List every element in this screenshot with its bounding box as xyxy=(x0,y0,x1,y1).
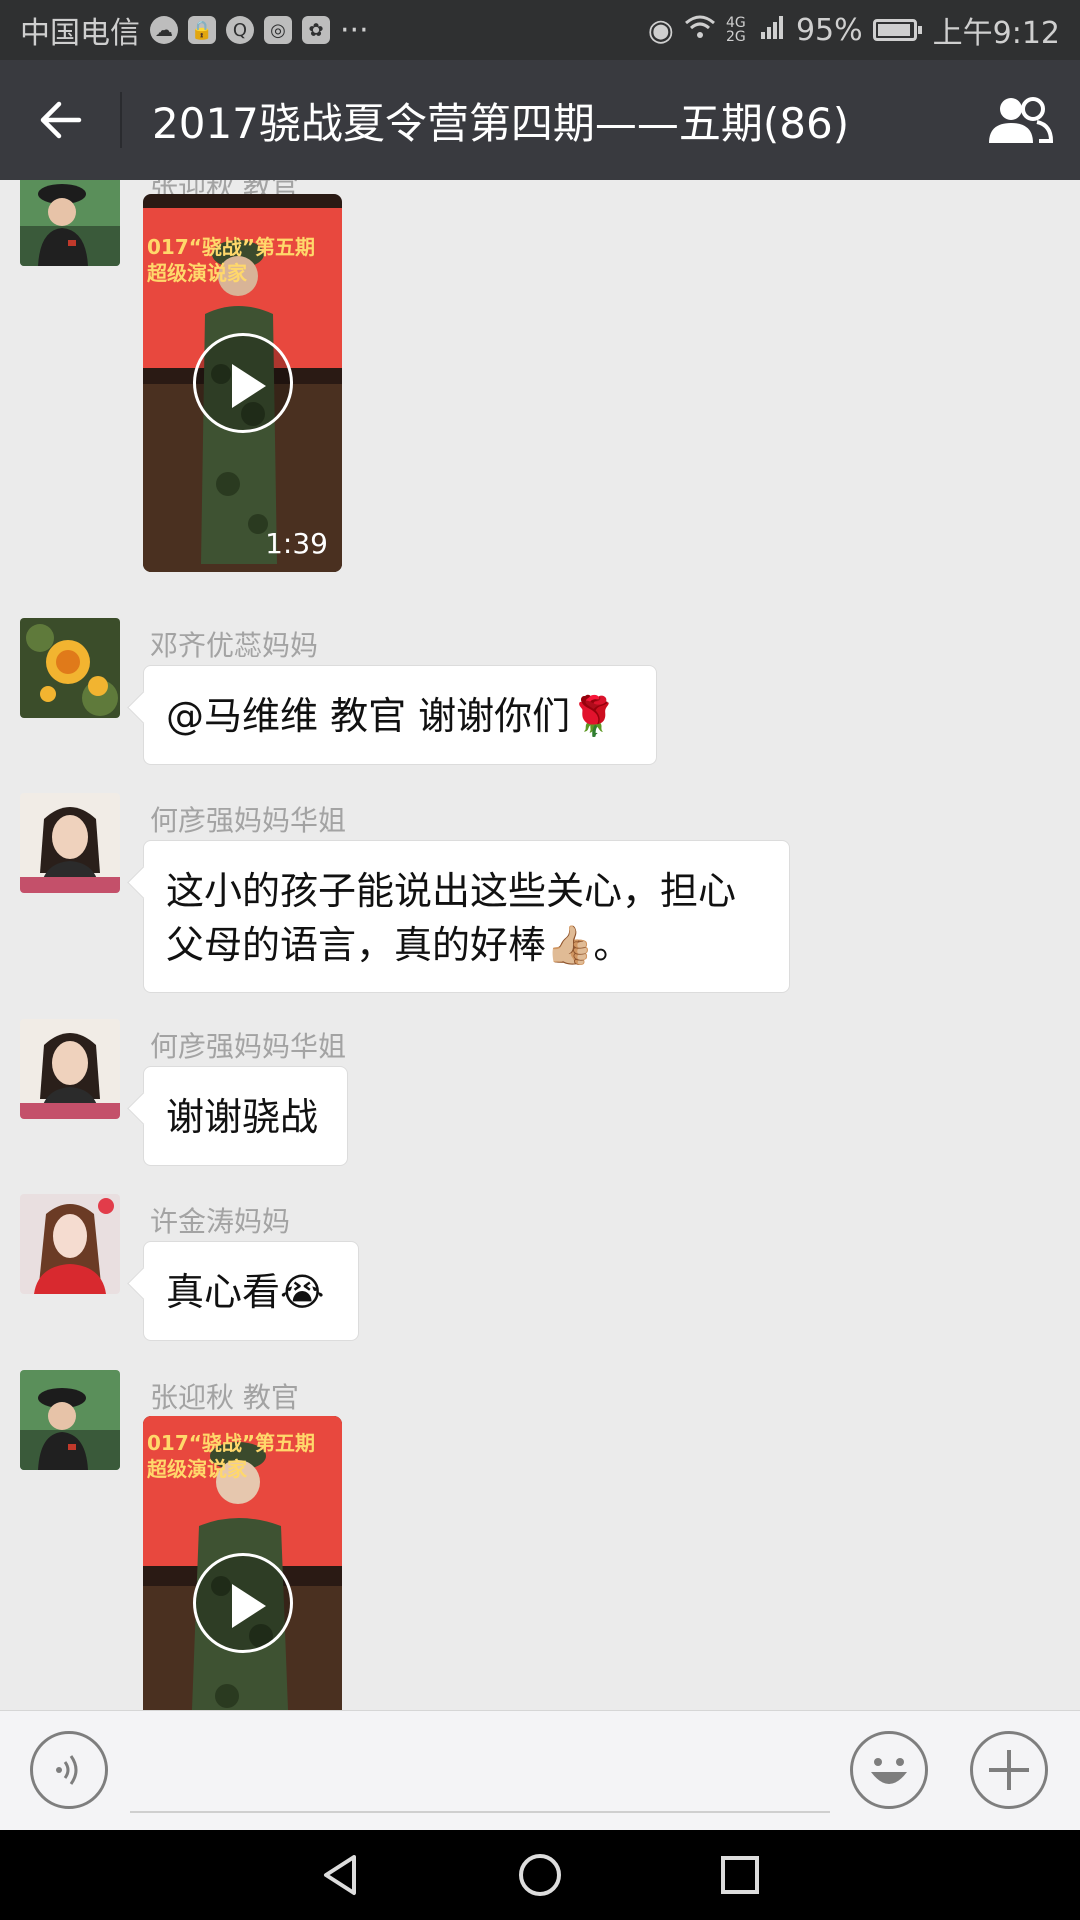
battery-percent: 95% xyxy=(795,12,863,48)
browser-icon: ◎ xyxy=(264,16,292,44)
carrier-label: 中国电信 xyxy=(20,16,140,51)
message-text: 谢谢骁战 xyxy=(166,1095,319,1139)
message-item: 何彦强妈妈华姐 这小的孩子能说出这些关心，担心父母的语言，真的好棒👍🏼。 xyxy=(0,793,1080,993)
more-actions-button[interactable] xyxy=(970,1731,1048,1809)
message-text: 真心看😭 xyxy=(166,1270,325,1314)
message-input[interactable] xyxy=(130,1733,830,1813)
message-item: 邓齐优蕊妈妈 @马维维 教官 谢谢你们🌹 xyxy=(0,618,1080,778)
chat-message-list[interactable]: 张迎秋 教官 017“骁战”第五期 超级演说家 1:39 邓齐优蕊妈妈 @马维维… xyxy=(0,180,1080,1710)
voice-input-icon xyxy=(56,1755,78,1785)
video-banner-text: 017“骁战”第五期 超级演说家 xyxy=(147,1431,316,1481)
eye-comfort-icon: ◉ xyxy=(647,12,674,48)
emoji-icon xyxy=(871,1758,907,1784)
message-bubble[interactable]: 这小的孩子能说出这些关心，担心父母的语言，真的好棒👍🏼。 xyxy=(143,840,790,993)
voice-input-button[interactable] xyxy=(30,1731,108,1809)
avatar[interactable] xyxy=(20,1019,120,1119)
arrow-left-icon xyxy=(40,101,82,139)
weather-icon: ☁ xyxy=(150,16,178,44)
message-item: 许金涛妈妈 真心看😭 xyxy=(0,1194,1080,1354)
square-recents-icon xyxy=(721,1856,759,1894)
message-item: 张迎秋 教官 017“骁战”第五期 超级演说家 xyxy=(0,1370,1080,1710)
nav-recents-button[interactable] xyxy=(710,1845,770,1905)
triangle-back-icon xyxy=(324,1855,356,1895)
battery-icon xyxy=(872,19,922,41)
qq-icon: Q xyxy=(226,16,254,44)
back-button[interactable] xyxy=(0,60,120,180)
emoji-button[interactable] xyxy=(850,1731,928,1809)
sender-name: 何彦强妈妈华姐 xyxy=(150,1030,347,1063)
play-icon[interactable] xyxy=(192,1553,293,1653)
message-input-bar xyxy=(0,1710,1080,1830)
message-bubble[interactable]: 真心看😭 xyxy=(143,1241,359,1341)
sender-name: 邓齐优蕊妈妈 xyxy=(150,629,319,662)
video-message[interactable]: 017“骁战”第五期 超级演说家 xyxy=(143,1416,342,1710)
message-text: 这小的孩子能说出这些关心，担心父母的语言，真的好棒👍🏼。 xyxy=(166,869,737,967)
circle-home-icon xyxy=(519,1854,561,1896)
nav-back-button[interactable] xyxy=(310,1845,370,1905)
avatar[interactable] xyxy=(20,793,120,893)
avatar[interactable] xyxy=(20,618,120,718)
message-item: 何彦强妈妈华姐 谢谢骁战 xyxy=(0,1019,1080,1179)
wifi-icon xyxy=(684,13,716,48)
network-type-label: 4G 2G xyxy=(725,15,746,45)
video-banner-text: 017“骁战”第五期 超级演说家 xyxy=(147,235,316,285)
message-item: 张迎秋 教官 017“骁战”第五期 超级演说家 1:39 xyxy=(0,180,1080,616)
sender-name: 许金涛妈妈 xyxy=(150,1205,291,1238)
chat-header: 2017骁战夏令营第四期——五期(86) xyxy=(0,60,1080,180)
avatar[interactable] xyxy=(20,180,120,266)
message-bubble[interactable]: 谢谢骁战 xyxy=(143,1066,348,1166)
chat-title: 2017骁战夏令营第四期——五期(86) xyxy=(152,98,850,148)
signal-icon xyxy=(760,13,786,48)
group-info-button[interactable] xyxy=(960,60,1080,180)
battery-level-fill xyxy=(877,24,910,36)
status-bar: 中国电信 ☁ 🔒 Q ◎ ✿ ··· ◉ 4G 2G 95% 上午9:12 xyxy=(0,0,1080,60)
header-divider xyxy=(120,92,122,148)
more-notifications-icon: ··· xyxy=(340,12,369,48)
plus-icon xyxy=(989,1750,1029,1790)
sender-name: 何彦强妈妈华姐 xyxy=(150,804,347,837)
baidu-icon: ✿ xyxy=(302,16,330,44)
nav-home-button[interactable] xyxy=(510,1845,570,1905)
message-bubble[interactable]: @马维维 教官 谢谢你们🌹 xyxy=(143,665,657,765)
clock: 上午9:12 xyxy=(932,16,1060,51)
video-message[interactable]: 017“骁战”第五期 超级演说家 1:39 xyxy=(143,194,342,572)
lock-app-icon: 🔒 xyxy=(188,16,216,44)
avatar[interactable] xyxy=(20,1194,120,1294)
group-members-icon xyxy=(989,97,1054,143)
message-text: @马维维 教官 谢谢你们🌹 xyxy=(166,694,618,738)
avatar[interactable] xyxy=(20,1370,120,1470)
video-duration: 1:39 xyxy=(265,527,328,560)
system-navigation-bar xyxy=(0,1830,1080,1920)
sender-name: 张迎秋 教官 xyxy=(150,1381,299,1414)
play-icon[interactable] xyxy=(192,333,293,433)
